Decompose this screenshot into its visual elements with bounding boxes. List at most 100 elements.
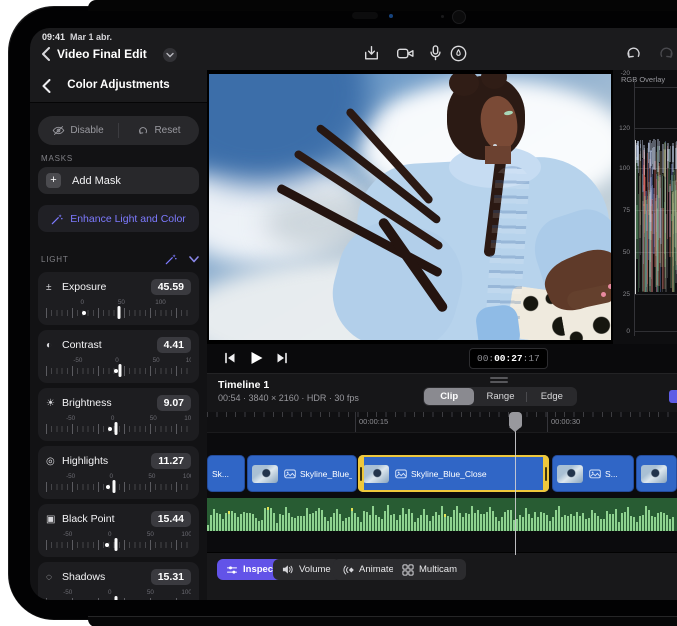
apple-pencil-button[interactable] <box>449 44 468 63</box>
scope-trace-bright <box>653 139 655 170</box>
adjustment-name: Black Point <box>62 513 151 525</box>
mode-segment-1[interactable]: Range <box>475 387 525 406</box>
adjustment-card-highlights: ◎Highlights11.27 -50050100 <box>38 446 199 499</box>
audio-waveform-bar <box>279 514 281 531</box>
audio-waveform-bar <box>654 517 656 531</box>
black-point-slider[interactable]: -50050100 <box>46 531 191 554</box>
highlights-slider[interactable]: -50050100 <box>46 473 191 496</box>
audio-waveform-bar <box>435 512 437 531</box>
audio-waveform-bar <box>309 514 311 531</box>
audio-waveform-bar <box>603 519 605 531</box>
audio-waveform-bar <box>561 517 563 531</box>
add-mask-button[interactable]: + Add Mask <box>38 167 199 194</box>
timeline-drag-handle[interactable] <box>490 377 508 385</box>
slider-thumb[interactable] <box>113 480 116 493</box>
adjustment-value[interactable]: 15.31 <box>151 569 191 585</box>
timeline-area: 00:00:27:17 Timeline 1 00:54 · 3840 × 21… <box>207 344 677 600</box>
title-menu-button[interactable] <box>163 48 177 62</box>
timeline-clip[interactable]: Sk... <box>207 455 245 492</box>
audio-waveform-bar <box>489 507 491 531</box>
adjustment-card-shadows: ◌Shadows15.31 -50050100 <box>38 562 199 600</box>
audio-waveform-bar <box>477 510 479 531</box>
slider-thumb[interactable] <box>118 364 121 377</box>
slider-tick-label: 100 <box>155 299 166 306</box>
trim-handle-left[interactable] <box>358 455 364 492</box>
mode-segment-2[interactable]: Edge <box>527 387 577 406</box>
audio-waveform-bar <box>423 509 425 531</box>
adjustment-value[interactable]: 4.41 <box>157 337 191 353</box>
contrast-slider[interactable]: -50050100 <box>46 357 191 380</box>
slider-thumb[interactable] <box>117 306 120 319</box>
disable-button[interactable]: Disable <box>38 116 118 145</box>
enhance-light-color-button[interactable]: Enhance Light and Color <box>38 205 199 232</box>
redo-button-disabled[interactable] <box>657 44 676 63</box>
slider-tick-label: 0 <box>109 473 113 480</box>
audio-waveform-bar <box>492 511 494 531</box>
adjustment-value[interactable]: 9.07 <box>157 395 191 411</box>
timeline-clip[interactable] <box>636 455 677 492</box>
device-bottom-edge <box>88 616 677 626</box>
adjustment-value[interactable]: 15.44 <box>151 511 191 527</box>
timeline-ruler[interactable]: 00:00:15 00:00:30 <box>207 412 677 433</box>
scope-trace <box>649 192 651 277</box>
slider-tick-label: 50 <box>147 589 154 596</box>
record-voiceover-button[interactable] <box>426 44 445 63</box>
timeline-clip[interactable]: Skyline_Blue_Close <box>358 455 549 492</box>
timeline-clip[interactable]: S... <box>552 455 634 492</box>
audio-waveform-bar <box>426 515 428 531</box>
audio-waveform-bar <box>567 516 569 531</box>
audio-waveform-bar <box>270 508 272 531</box>
audio-waveform-bar <box>240 514 242 531</box>
slider-thumb[interactable] <box>114 538 117 551</box>
audio-waveform-bar <box>330 517 332 531</box>
undo-button[interactable] <box>624 44 643 63</box>
timecode-display[interactable]: 00:00:27:17 <box>469 348 548 369</box>
audio-waveform-bar <box>543 513 545 531</box>
audio-waveform-bar <box>345 518 347 531</box>
audio-waveform-bar <box>456 506 458 531</box>
video-preview[interactable] <box>207 70 612 344</box>
record-video-button[interactable] <box>396 44 415 63</box>
audio-waveform-bar <box>483 514 485 531</box>
import-media-button[interactable] <box>362 44 381 63</box>
scrunch-strap-end <box>474 304 521 340</box>
audio-waveform-bar <box>636 522 638 531</box>
timeline-name: Timeline 1 <box>218 379 269 391</box>
brightness-slider[interactable]: -50050100 <box>46 415 191 438</box>
reset-button[interactable]: Reset <box>119 116 199 145</box>
keyframe-button-cutoff[interactable] <box>669 390 677 403</box>
skip-forward-button[interactable] <box>273 349 291 367</box>
trim-handle-right[interactable] <box>543 455 549 492</box>
timeline-clip[interactable]: Skyline_Blue_Wide <box>247 455 357 492</box>
collapse-chevron-icon[interactable] <box>189 256 199 263</box>
adjustment-value[interactable]: 11.27 <box>151 453 191 469</box>
audio-waveform-bar <box>531 518 533 531</box>
audio-waveform-track[interactable] <box>207 498 677 531</box>
auto-enhance-icon[interactable] <box>165 253 177 265</box>
volume-button[interactable]: Volume <box>273 559 340 580</box>
adjustment-card-exposure: ±Exposure45.59 050100 <box>38 272 199 325</box>
audio-waveform-bar <box>600 519 602 531</box>
audio-waveform-bar <box>633 517 635 531</box>
slider-ticks <box>46 598 191 600</box>
video-camera-icon <box>396 44 415 63</box>
audio-waveform-bar <box>459 513 461 531</box>
play-button[interactable] <box>247 349 265 367</box>
shadows-icon: ◌ <box>46 572 59 583</box>
adjustment-value[interactable]: 45.59 <box>151 279 191 295</box>
slider-thumb[interactable] <box>114 422 117 435</box>
multicam-button[interactable]: Multicam <box>393 559 466 580</box>
slider-thumb[interactable] <box>114 596 117 600</box>
back-button[interactable] <box>41 47 51 61</box>
audio-waveform-bar <box>219 514 221 531</box>
audio-waveform-bar <box>222 519 224 531</box>
shadows-slider[interactable]: -50050100 <box>46 589 191 600</box>
mode-segment-0[interactable]: Clip <box>424 388 474 405</box>
audio-waveform-bar <box>486 512 488 531</box>
playhead-handle[interactable] <box>509 412 522 428</box>
status-date: Mar 1 abr. <box>70 32 112 42</box>
skip-back-button[interactable] <box>221 349 239 367</box>
sensor-dot <box>441 15 444 18</box>
nail <box>601 292 606 297</box>
exposure-slider[interactable]: 050100 <box>46 299 191 322</box>
